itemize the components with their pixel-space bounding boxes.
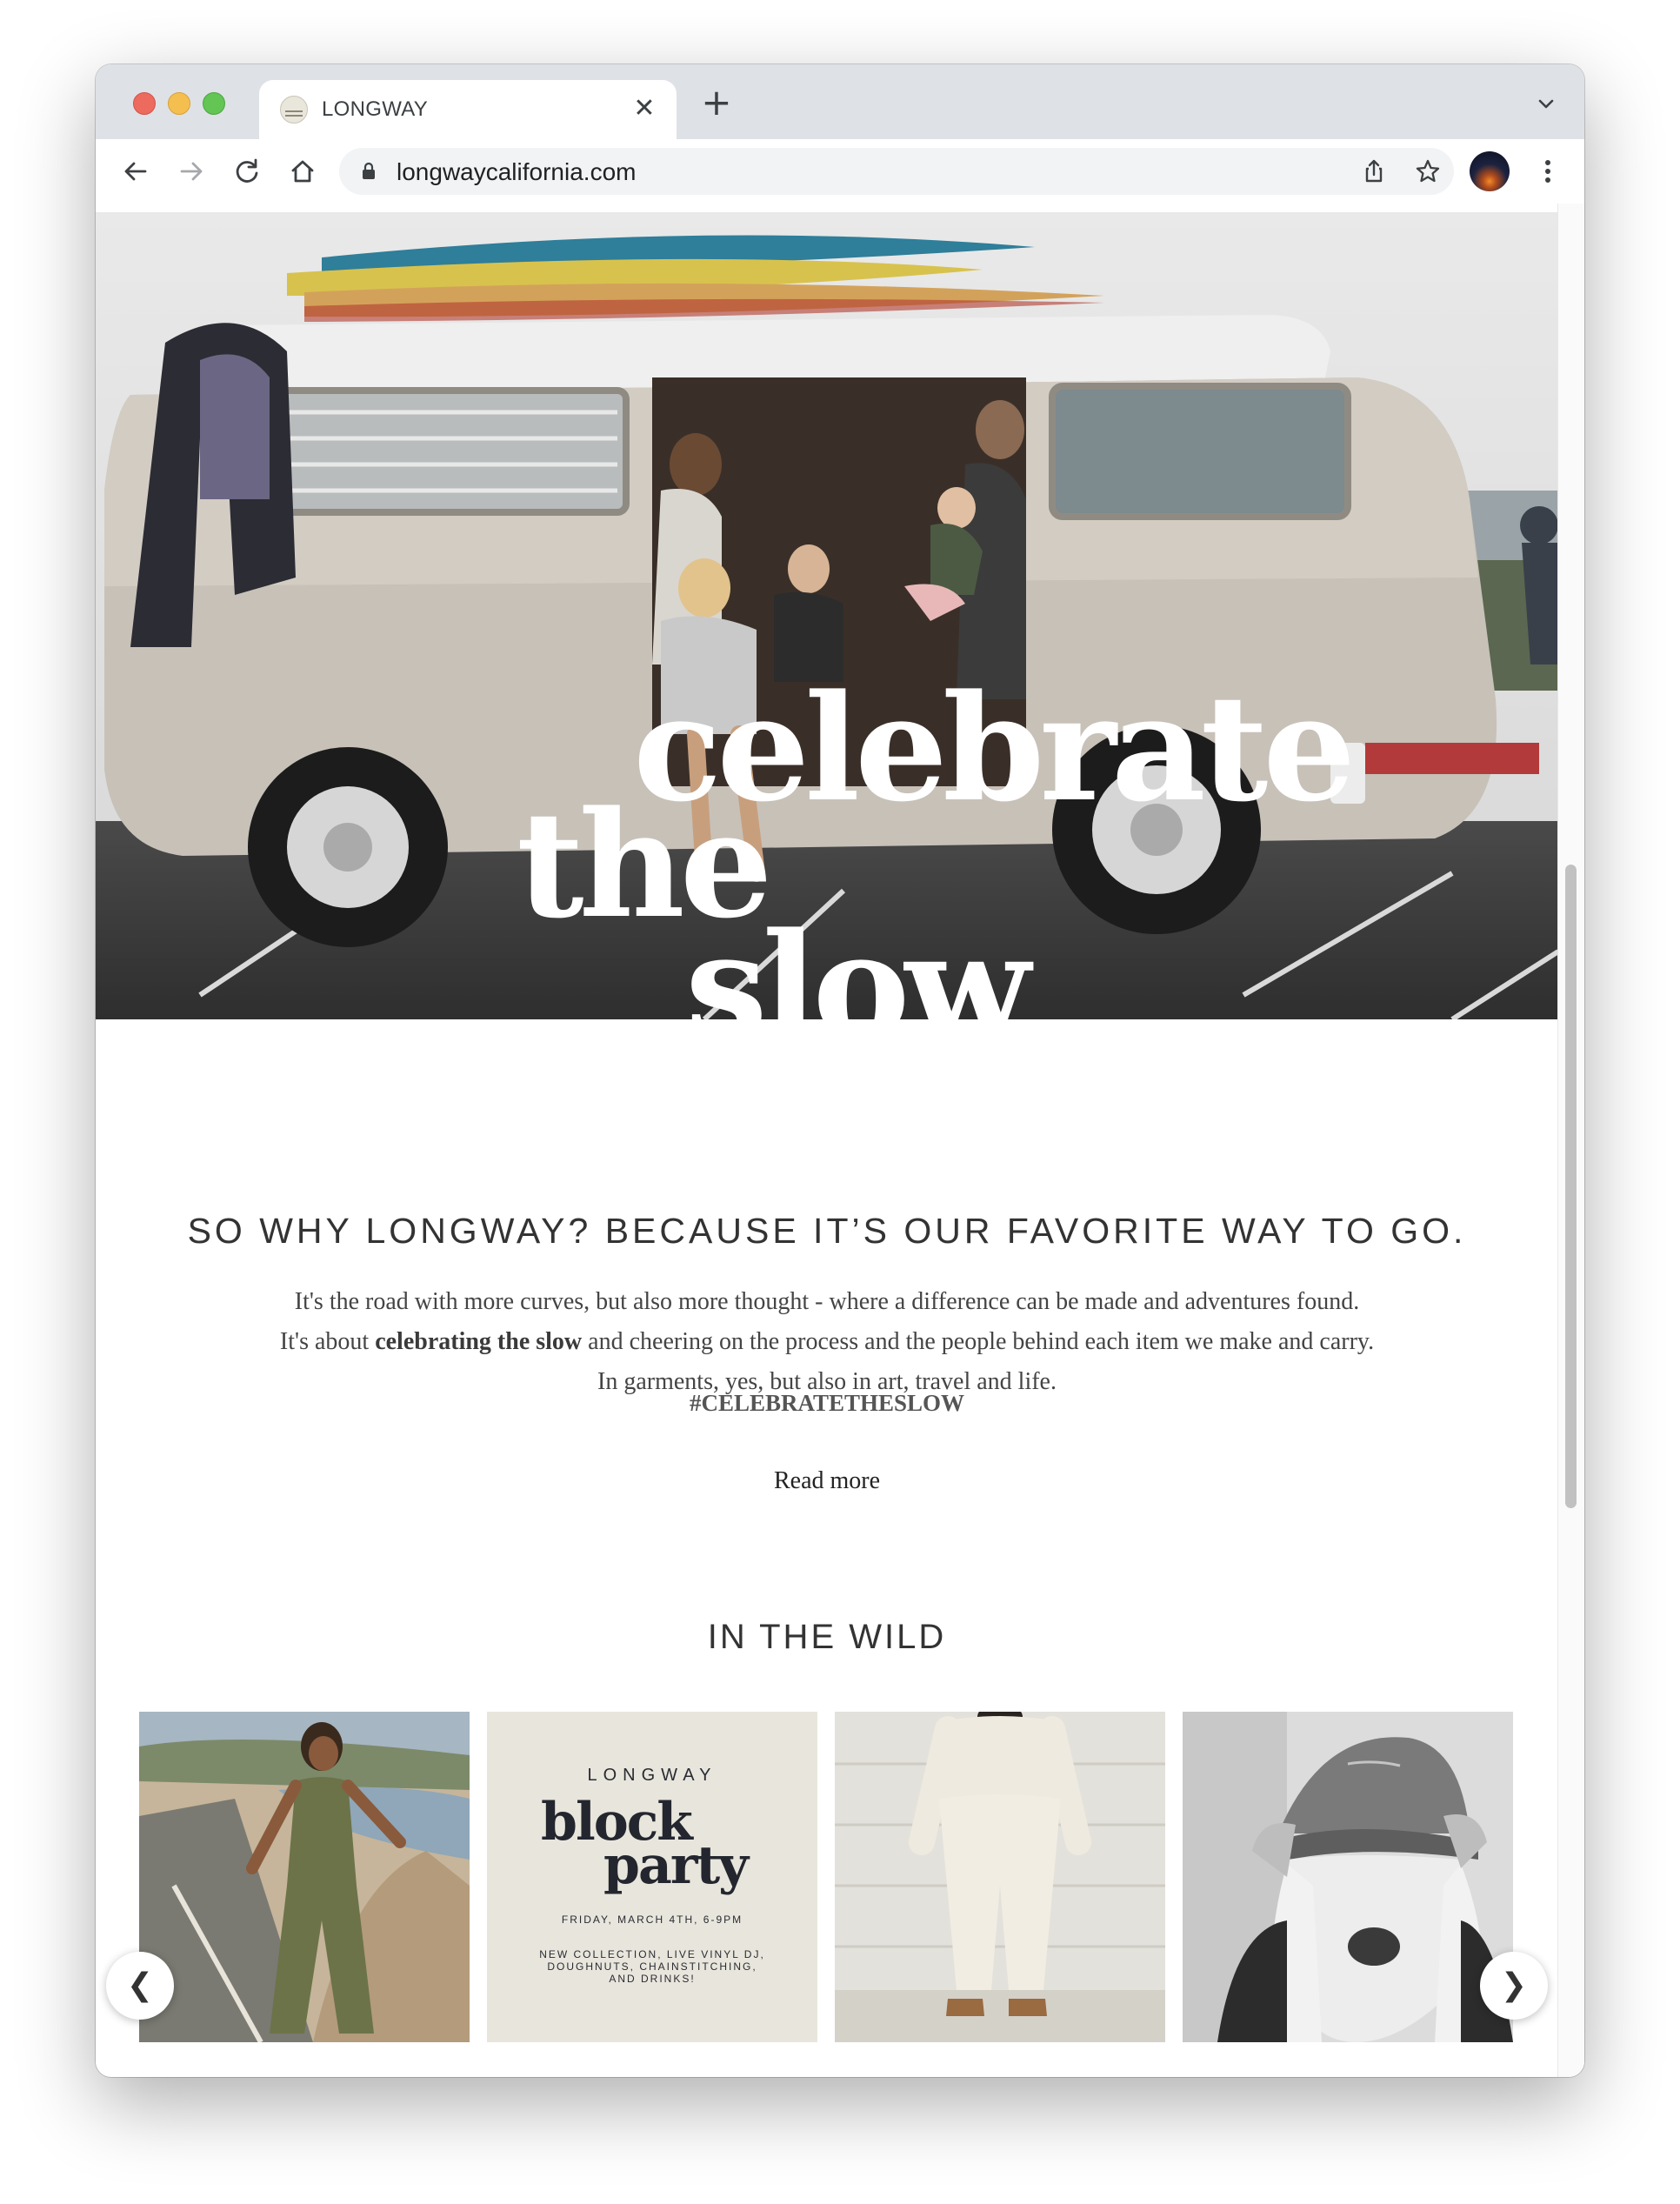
- gallery-tile-jumpsuit-beach[interactable]: [139, 1712, 470, 2042]
- gallery-tile-cap-portrait[interactable]: [1183, 1712, 1513, 2042]
- star-icon[interactable]: [1412, 156, 1443, 187]
- hero-word-slow: slow: [685, 900, 1030, 1019]
- home-icon[interactable]: [283, 152, 322, 190]
- active-tab[interactable]: LONGWAY ✕: [259, 80, 677, 139]
- screen: LONGWAY ✕ + longwaycalifornia.com celebr…: [0, 0, 1680, 2204]
- profile-avatar[interactable]: [1470, 151, 1510, 191]
- about-line-2-start: It's about: [279, 1328, 376, 1355]
- maximize-window-button[interactable]: [203, 92, 225, 115]
- more-icon[interactable]: [1529, 152, 1567, 190]
- block-party-date: FRIDAY, MARCH 4TH, 6-9PM: [561, 1913, 743, 1926]
- browser-window: LONGWAY ✕ + longwaycalifornia.com celebr…: [96, 64, 1584, 2077]
- block-party-title-2: party: [603, 1835, 749, 1896]
- about-heading: SO WHY LONGWAY? BECAUSE IT’S OUR FAVORIT…: [187, 1211, 1467, 1251]
- hero-banner: celebrate the slow: [96, 212, 1558, 1019]
- site-favicon-icon: [280, 96, 308, 124]
- gallery-tile-white-outfit[interactable]: [835, 1712, 1165, 2042]
- back-icon[interactable]: [117, 152, 155, 190]
- hashtag: #CELEBRATETHESLOW: [689, 1390, 965, 1416]
- hero-van-photo: [96, 212, 1558, 1019]
- tab-list-icon[interactable]: [1532, 90, 1560, 118]
- close-window-button[interactable]: [133, 92, 156, 115]
- about-text: It's the road with more curves, but also…: [96, 1282, 1558, 1402]
- about-line-2: It's about celebrating the slow and chee…: [96, 1322, 1558, 1362]
- about-line-2-emphasis: celebrating the slow: [375, 1328, 583, 1355]
- tab-strip: LONGWAY ✕ +: [96, 64, 1584, 139]
- lock-icon[interactable]: [358, 161, 379, 182]
- minimize-window-button[interactable]: [168, 92, 190, 115]
- forward-icon[interactable]: [172, 152, 210, 190]
- scrollbar-thumb[interactable]: [1565, 865, 1577, 1508]
- read-more-link[interactable]: Read more: [774, 1467, 880, 1494]
- tab-title: LONGWAY: [322, 97, 429, 121]
- scrollbar-track[interactable]: [1557, 204, 1584, 2077]
- tab-close-icon[interactable]: ✕: [628, 92, 661, 125]
- new-tab-button[interactable]: +: [697, 83, 736, 122]
- reload-icon[interactable]: [228, 152, 266, 190]
- in-the-wild-heading: IN THE WILD: [707, 1618, 947, 1656]
- read-more-link-row: Read more: [96, 1467, 1558, 1495]
- page-viewport[interactable]: celebrate the slow SO WHY LONGWAY? BECAU…: [96, 204, 1584, 2077]
- gallery-tile-block-party[interactable]: LONGWAY block party FRIDAY, MARCH 4TH, 6…: [487, 1712, 817, 2042]
- block-party-details: NEW COLLECTION, LIVE VINYL DJ, DOUGHNUTS…: [539, 1948, 765, 1985]
- carousel-next-button[interactable]: ❯: [1480, 1952, 1548, 2020]
- share-icon[interactable]: [1358, 156, 1390, 187]
- carousel-prev-button[interactable]: ❮: [106, 1952, 174, 2020]
- in-the-wild-carousel: LONGWAY block party FRIDAY, MARCH 4TH, 6…: [139, 1712, 1513, 2042]
- address-bar[interactable]: longwaycalifornia.com: [339, 148, 1454, 195]
- block-party-brand: LONGWAY: [587, 1766, 717, 1785]
- browser-toolbar: longwaycalifornia.com: [96, 139, 1584, 204]
- url-text[interactable]: longwaycalifornia.com: [397, 158, 636, 186]
- about-line-1: It's the road with more curves, but also…: [294, 1288, 1360, 1315]
- about-line-2-end: and cheering on the process and the peop…: [582, 1328, 1375, 1355]
